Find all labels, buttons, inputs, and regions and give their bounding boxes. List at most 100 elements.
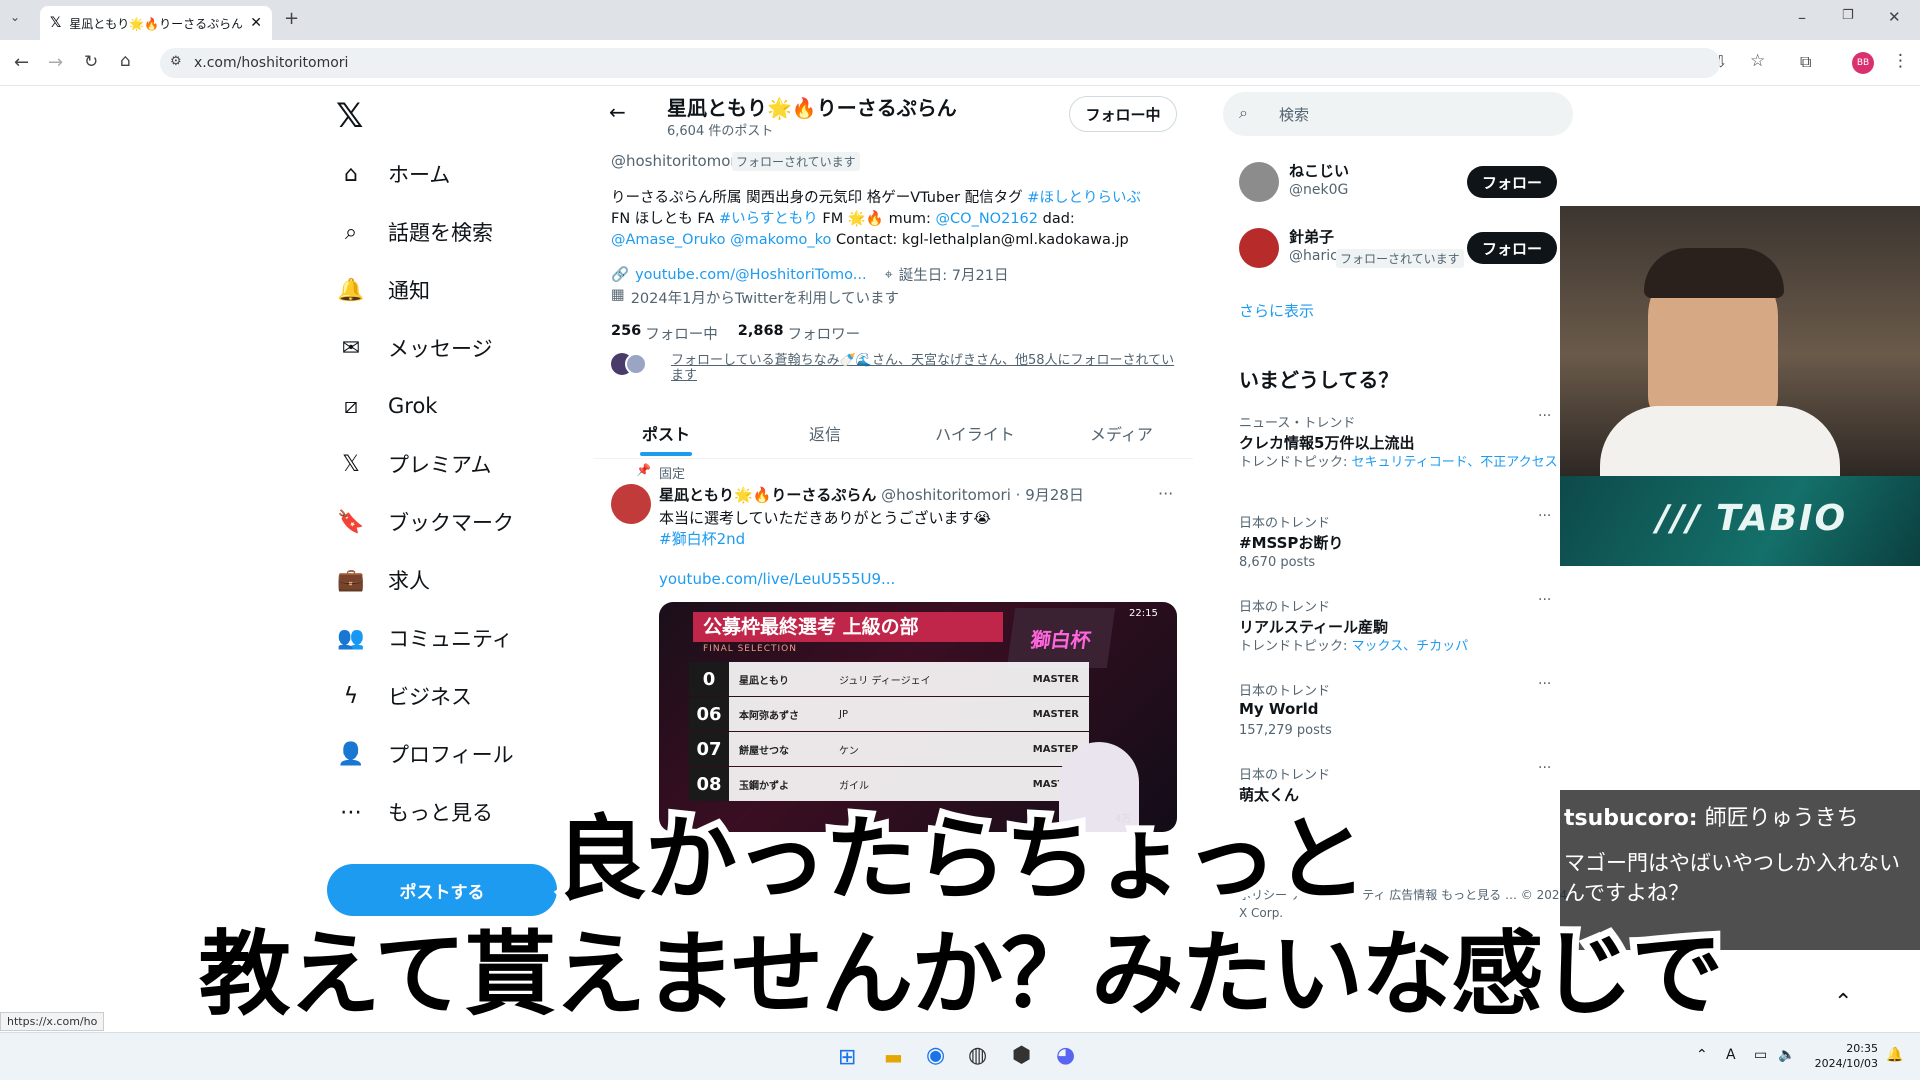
nav-item[interactable]: 🔖 ブックマーク — [336, 498, 576, 546]
taskbar: ⊞ ▬ ◉ ◍ ⬢ ◕ ⌃ A ▭ 🔈 20:35 2024/10/03 🔔 — [0, 1032, 1920, 1080]
bio-mention-link[interactable]: @makomo_ko — [730, 232, 831, 248]
profile-avatar[interactable]: BB — [1852, 52, 1874, 74]
windows-start-icon[interactable]: ⊞ — [838, 1045, 856, 1070]
address-bar[interactable]: ⚙ x.com/hoshitoritomori — [160, 48, 1720, 78]
scroll-top-icon[interactable]: ⌃ — [1834, 990, 1852, 1015]
site-info-icon[interactable]: ⚙ — [170, 54, 182, 69]
trend-name[interactable]: リアルスティール産駒 — [1239, 616, 1388, 637]
trend-more-icon[interactable]: ··· — [1538, 760, 1551, 776]
trend-topics-links[interactable]: セキュリティコード、不正アクセス — [1352, 455, 1558, 470]
followers-count[interactable]: 2,868 — [738, 323, 784, 344]
back-icon[interactable]: ← — [14, 52, 29, 73]
volume-icon[interactable]: 🔈 — [1778, 1047, 1795, 1063]
post-count: 6,604 件のポスト — [667, 124, 774, 139]
bio-text: Contact: kgl-lethalplan@ml.kadokawa.jp — [831, 232, 1129, 248]
discord-icon[interactable]: ◕ — [1056, 1043, 1075, 1068]
profile-tab[interactable]: メディア — [1050, 408, 1193, 458]
post-handle[interactable]: @hoshitoritomori — [881, 486, 1011, 504]
new-tab-icon[interactable]: + — [284, 8, 299, 29]
back-arrow-icon[interactable]: ← — [609, 100, 626, 124]
follow-button[interactable]: フォロー — [1467, 166, 1557, 198]
tab-list-chevron-icon[interactable]: ⌄ — [10, 10, 20, 24]
nav-item[interactable]: ⌂ ホーム — [336, 150, 576, 198]
extensions-icon[interactable]: ⧉ — [1800, 52, 1811, 72]
browser-tab[interactable]: 𝕏 星凪ともり🌟🔥りーさるぷらん (@ ✕ — [40, 6, 272, 40]
restore-icon[interactable]: ❐ — [1842, 8, 1854, 23]
suggestion-handle[interactable]: @nek0G — [1289, 182, 1348, 198]
status-url: https://x.com/ho — [0, 1012, 105, 1031]
notification-icon[interactable]: 🔔 — [1886, 1047, 1903, 1063]
profile-tab[interactable]: ポスト — [593, 408, 739, 458]
network-icon[interactable]: ▭ — [1754, 1047, 1767, 1063]
trend-topics-links[interactable]: マックス、チカッパ — [1352, 639, 1469, 654]
media-time: 22:15 — [1129, 608, 1158, 619]
nav-item[interactable]: 𝕏 プレミアム — [336, 440, 576, 488]
post-link[interactable]: youtube.com/live/LeuU555U9... — [659, 570, 895, 588]
ime-indicator[interactable]: A — [1726, 1047, 1736, 1063]
home-page-icon[interactable]: ⌂ — [120, 51, 131, 71]
nav-item[interactable]: ✉ メッセージ — [336, 324, 576, 372]
minimize-icon[interactable]: – — [1798, 8, 1806, 27]
nav-item[interactable]: ⌕ 話題を検索 — [336, 208, 576, 256]
clock[interactable]: 20:35 2024/10/03 — [1808, 1041, 1878, 1071]
bio-mention-link[interactable]: @Amase_Oruko — [611, 232, 725, 248]
profile-tab[interactable]: ハイライト — [900, 408, 1050, 458]
nav-item[interactable]: ϟ ビジネス — [336, 672, 576, 720]
post-author[interactable]: 星凪ともり🌟🔥りーさるぷらん — [659, 486, 876, 504]
suggestion-handle[interactable]: @haric — [1289, 248, 1338, 264]
following-count[interactable]: 256 — [611, 323, 641, 344]
bookmark-icon: 🔖 — [337, 509, 365, 535]
tab-close-icon[interactable]: ✕ — [250, 15, 262, 31]
followers-label[interactable]: フォロワー — [788, 323, 861, 344]
trend-name[interactable]: クレカ情報5万件以上流出 — [1239, 432, 1414, 453]
app-icon[interactable]: ⬢ — [1012, 1043, 1031, 1068]
trend-more-icon[interactable]: ··· — [1538, 508, 1551, 524]
post-date[interactable]: 9月28日 — [1025, 486, 1084, 504]
search-box[interactable]: ⌕ 検索 — [1223, 92, 1573, 136]
nav-item-label: Grok — [388, 394, 438, 418]
trend-name[interactable]: #MSSPお断り — [1239, 532, 1343, 553]
trend-more-icon[interactable]: ··· — [1538, 592, 1551, 608]
nav-item[interactable]: 👥 コミュニティ — [336, 614, 576, 662]
post-media-thumbnail[interactable]: 公募枠最終選考 上級の部 FINAL SELECTION 獅白杯 22:15 0… — [659, 602, 1177, 832]
browser-menu-icon[interactable]: ⋮ — [1892, 51, 1909, 71]
tray-chevron-icon[interactable]: ⌃ — [1696, 1047, 1708, 1063]
trend-more-icon[interactable]: ··· — [1538, 408, 1551, 424]
window-close-icon[interactable]: ✕ — [1888, 8, 1901, 26]
suggestion-name[interactable]: ねこじい — [1289, 160, 1349, 181]
nav-item[interactable]: 💼 求人 — [336, 556, 576, 604]
following-label[interactable]: フォロー中 — [645, 323, 718, 344]
suggestion-name[interactable]: 針弟子 — [1289, 226, 1334, 247]
nav-item[interactable]: 🔔 通知 — [336, 266, 576, 314]
website-link[interactable]: youtube.com/@HoshitoriTomo... — [635, 267, 867, 283]
post-more-icon[interactable]: ··· — [1158, 484, 1173, 503]
profile-tab[interactable]: 返信 — [750, 408, 900, 458]
chrome-icon[interactable]: ◉ — [926, 1043, 945, 1068]
community-icon: 👥 — [337, 625, 365, 651]
nav-item[interactable]: 👤 プロフィール — [336, 730, 576, 778]
reload-icon[interactable]: ↻ — [84, 52, 98, 72]
follows-you-badge: フォローされています — [732, 152, 860, 171]
following-button[interactable]: フォロー中 — [1069, 96, 1177, 132]
trend-name[interactable]: My World — [1239, 700, 1319, 718]
forward-icon[interactable]: → — [48, 52, 63, 73]
suggestion-avatar[interactable] — [1239, 228, 1279, 268]
trend-more-icon[interactable]: ··· — [1538, 676, 1551, 692]
media-row-name: 玉鋼かずよ — [739, 780, 789, 792]
bookmark-star-icon[interactable]: ☆ — [1750, 51, 1765, 71]
x-logo-icon[interactable]: 𝕏 — [336, 96, 363, 136]
suggestion-avatar[interactable] — [1239, 162, 1279, 202]
trend-name[interactable]: 萌太くん — [1239, 784, 1299, 805]
follow-button[interactable]: フォロー — [1467, 232, 1557, 264]
bio-hashtag-link[interactable]: #ほしとりらいぶ — [1027, 190, 1141, 206]
show-more-link[interactable]: さらに表示 — [1239, 300, 1314, 321]
obs-icon[interactable]: ◍ — [968, 1043, 987, 1068]
file-explorer-icon[interactable]: ▬ — [884, 1045, 903, 1069]
bio-mention-link[interactable]: @CO_NO2162 — [936, 211, 1038, 227]
followed-by-text[interactable]: フォローしている蒼翰ちなみ🍼🌊さん、天宮なげきさん、他58人にフォローされていま… — [671, 353, 1181, 383]
post-avatar[interactable] — [611, 484, 651, 524]
post-hashtag[interactable]: #獅白杯2nd — [659, 528, 745, 549]
bio-hashtag-link[interactable]: #いらすともり — [719, 211, 818, 227]
trend-category: 日本のトレンド — [1239, 516, 1331, 531]
nav-item[interactable]: ⧄ Grok — [336, 382, 576, 430]
